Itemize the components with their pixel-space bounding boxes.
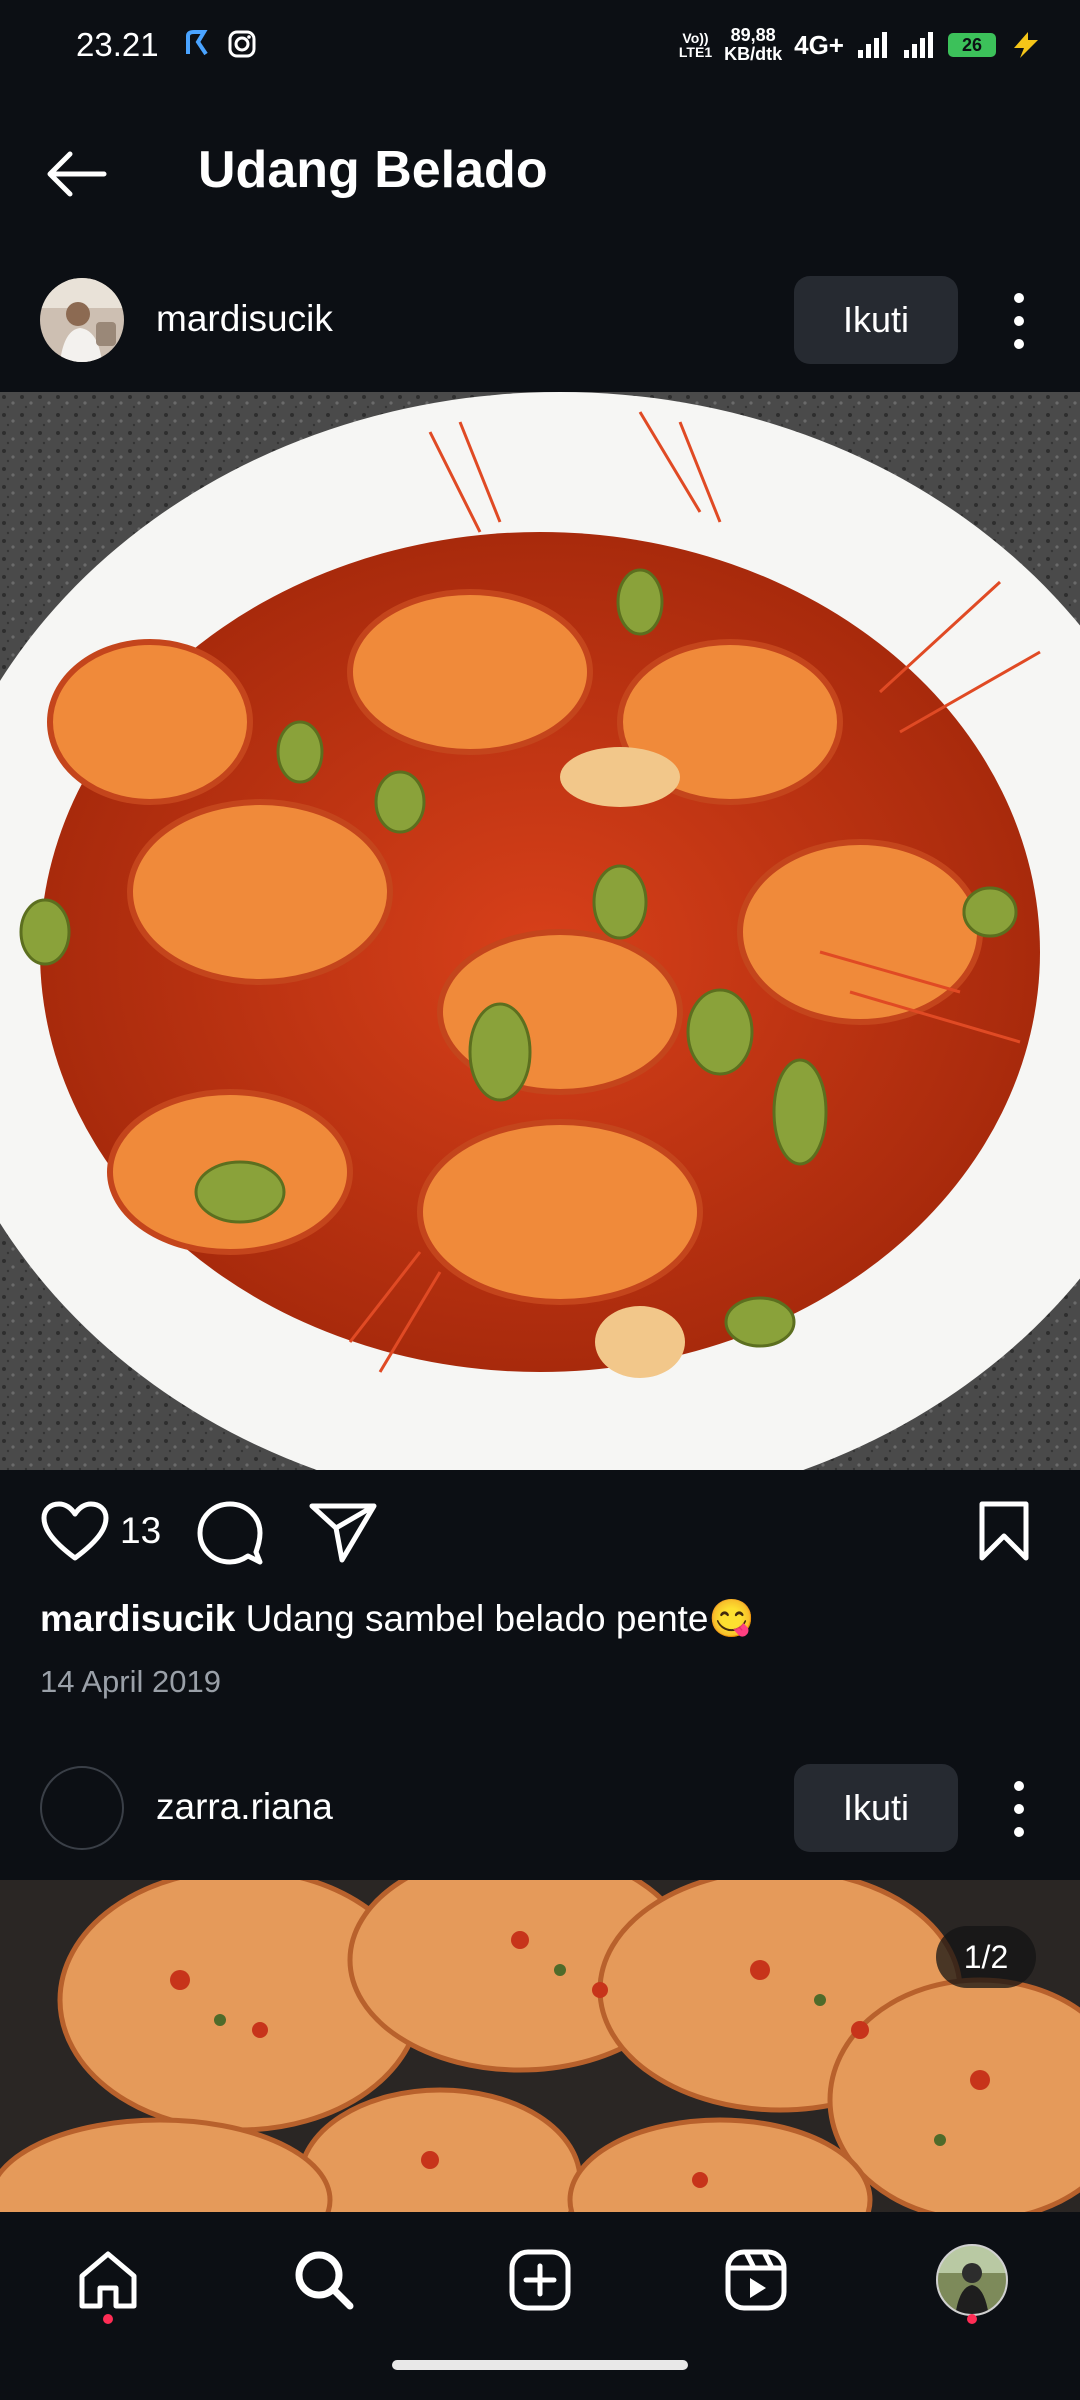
- post-header-2: zarra.riana Ikuti: [0, 1748, 1080, 1868]
- caption: mardisucik Udang sambel belado pente😋: [40, 1598, 755, 1641]
- network-type: 4G+: [794, 29, 844, 60]
- post-image[interactable]: [0, 392, 1080, 1470]
- network-speed: 89,88 KB/dtk: [724, 25, 783, 64]
- home-icon: [79, 2251, 137, 2309]
- volte-indicator: Vo)) LTE1: [678, 30, 713, 60]
- top-bar: Udang Belado: [0, 110, 1080, 230]
- signal-icon: [858, 32, 887, 58]
- notification-dot: [967, 2314, 977, 2324]
- post-header: mardisucik Ikuti: [0, 260, 1080, 380]
- comment-icon[interactable]: [196, 1500, 264, 1566]
- status-time: 23.21: [76, 26, 159, 63]
- search-icon: [295, 2251, 354, 2310]
- notification-dot: [103, 2314, 113, 2324]
- username[interactable]: mardisucik: [156, 298, 333, 340]
- more-options-icon[interactable]: [1004, 286, 1034, 356]
- share-icon[interactable]: [308, 1500, 378, 1564]
- avatar[interactable]: [40, 278, 124, 362]
- profile-avatar: [936, 2244, 1008, 2316]
- nav-reels[interactable]: [716, 2240, 796, 2320]
- heart-icon[interactable]: [40, 1500, 110, 1564]
- charging-icon: [1014, 32, 1038, 58]
- battery-icon: 26: [948, 33, 996, 57]
- more-options-icon[interactable]: [1004, 1774, 1034, 1844]
- post-date: 14 April 2019: [40, 1664, 221, 1699]
- status-bar: 23.21 Vo)) LTE1 89,88 KB/dtk 4G+ 26: [0, 0, 1080, 96]
- nav-search[interactable]: [284, 2240, 364, 2320]
- username[interactable]: zarra.riana: [156, 1786, 333, 1828]
- add-post-icon: [509, 2249, 571, 2311]
- caption-username[interactable]: mardisucik: [40, 1598, 235, 1639]
- home-indicator[interactable]: [392, 2360, 688, 2370]
- caption-text: Udang sambel belado pente😋: [235, 1598, 755, 1639]
- like-count[interactable]: 13: [120, 1510, 161, 1552]
- instagram-icon: [228, 30, 256, 58]
- page-title: Udang Belado: [198, 141, 548, 199]
- post-actions: 13: [0, 1492, 1080, 1572]
- nav-home[interactable]: [68, 2240, 148, 2320]
- bookmark-icon[interactable]: [976, 1500, 1032, 1562]
- bottom-nav: [0, 2212, 1080, 2400]
- app-notification-icon: [186, 30, 208, 56]
- post-image-2[interactable]: [0, 1880, 1080, 2212]
- reels-icon: [725, 2249, 787, 2311]
- nav-profile[interactable]: [932, 2240, 1012, 2320]
- follow-button[interactable]: Ikuti: [794, 276, 958, 364]
- follow-button[interactable]: Ikuti: [794, 1764, 958, 1852]
- signal-icon-2: [904, 32, 933, 58]
- avatar[interactable]: [40, 1766, 124, 1850]
- image-counter-badge: 1/2: [936, 1926, 1036, 1988]
- nav-create[interactable]: [500, 2240, 580, 2320]
- back-arrow-icon[interactable]: [44, 150, 108, 198]
